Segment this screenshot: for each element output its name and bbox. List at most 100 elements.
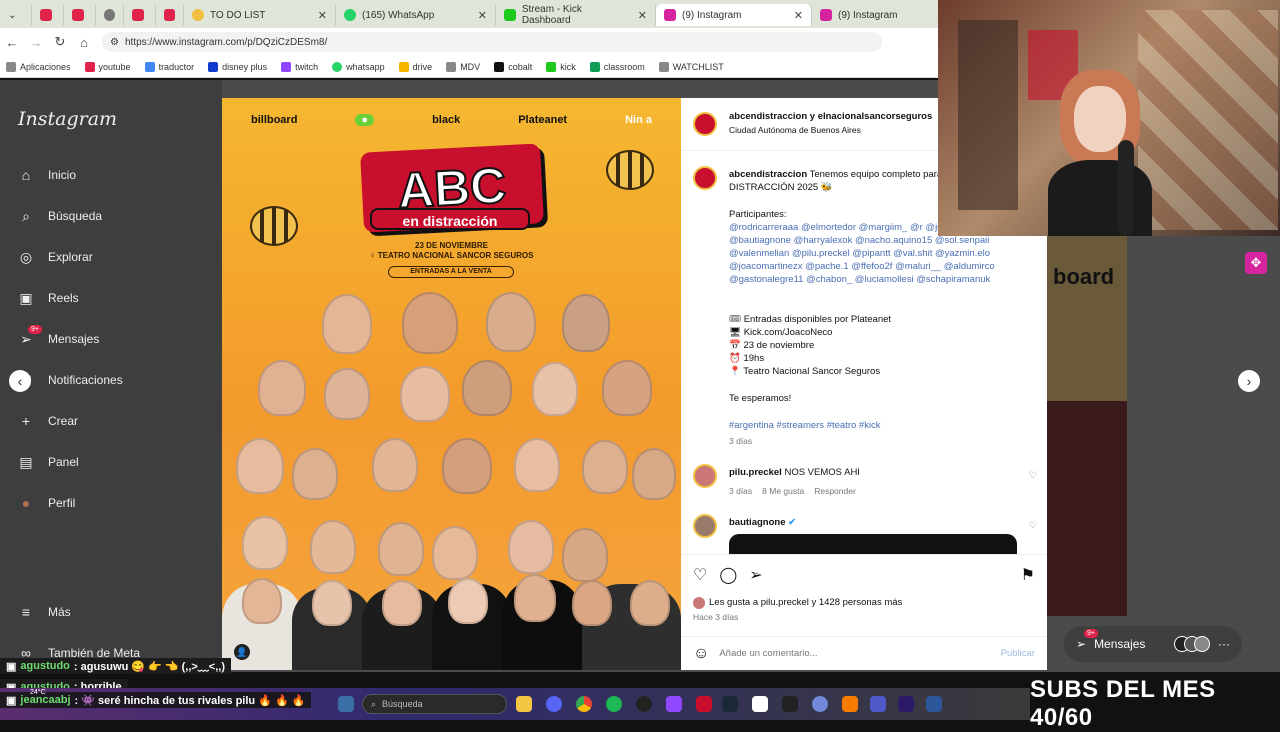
next-post-button[interactable]: › bbox=[1238, 370, 1260, 392]
site-info-icon[interactable]: ⚙ bbox=[110, 37, 119, 48]
emoji-icon[interactable]: ☺ bbox=[693, 645, 709, 663]
obs-icon[interactable] bbox=[636, 696, 652, 712]
forward-icon[interactable]: → bbox=[24, 35, 48, 50]
tab-youtube-2[interactable] bbox=[64, 4, 96, 26]
extension-icon[interactable]: ✥ bbox=[1245, 252, 1267, 274]
sidebar-item-mas[interactable]: ≡ Más bbox=[18, 604, 71, 620]
file-explorer-icon[interactable] bbox=[516, 696, 532, 712]
tab-globe[interactable] bbox=[96, 4, 124, 26]
sidebar-item-perfil[interactable]: ● Perfil bbox=[18, 495, 76, 511]
url-input[interactable]: ⚙ https://www.instagram.com/p/DQziCzDESm… bbox=[102, 32, 882, 52]
sidebar-item-reels[interactable]: ▣ Reels bbox=[18, 290, 78, 306]
person-face bbox=[378, 522, 424, 576]
next-post-preview[interactable]: board bbox=[1047, 236, 1127, 616]
premiere-icon[interactable] bbox=[898, 696, 914, 712]
reload-icon[interactable]: ↻ bbox=[48, 34, 72, 50]
word-icon[interactable] bbox=[926, 696, 942, 712]
app-icon[interactable] bbox=[842, 696, 858, 712]
tab-todo-list[interactable]: TO DO LIST ✕ bbox=[184, 4, 336, 26]
close-icon[interactable]: ✕ bbox=[794, 9, 803, 22]
comment-username[interactable]: bautiagnone ✔ bbox=[729, 516, 1039, 529]
tagged-users-icon[interactable]: 👤 bbox=[234, 644, 250, 660]
bookmark-classroom[interactable]: classroom bbox=[589, 61, 645, 72]
close-icon[interactable]: ✕ bbox=[478, 9, 487, 22]
sidebar-item-explorar[interactable]: ◎ Explorar bbox=[18, 249, 93, 265]
likes-summary[interactable]: Les gusta a pilu.preckel y 1428 personas… bbox=[693, 596, 1039, 609]
tab-instagram-active[interactable]: (9) Instagram ✕ bbox=[656, 4, 812, 26]
twitch-icon[interactable] bbox=[666, 696, 682, 712]
bookmark-watchlist[interactable]: WATCHLIST bbox=[658, 61, 724, 72]
caption-avatar[interactable] bbox=[693, 166, 717, 190]
sidebar-item-mensajes[interactable]: ➢ 9+ Mensajes bbox=[18, 325, 99, 347]
comment-media[interactable] bbox=[729, 534, 1017, 554]
tab-label: (9) Instagram bbox=[838, 9, 898, 21]
weather-widget[interactable]: 24°C bbox=[30, 689, 46, 696]
chat-message: ▣ jeancaabj: 👾 seré hincha de tus rivales… bbox=[0, 692, 312, 708]
bookmark-youtube[interactable]: youtube bbox=[84, 61, 131, 72]
previous-post-button[interactable]: ‹ bbox=[9, 370, 31, 392]
bookmark-icon[interactable]: ⚑ bbox=[1021, 565, 1035, 585]
bookmark-drive[interactable]: drive bbox=[398, 61, 432, 72]
bee-illustration bbox=[250, 206, 298, 246]
comment-icon[interactable]: ◯ bbox=[719, 565, 737, 585]
app-icon[interactable] bbox=[696, 696, 712, 712]
tab-youtube-4[interactable] bbox=[156, 4, 184, 26]
cobalt-icon bbox=[494, 61, 505, 72]
share-icon[interactable]: ➢ bbox=[749, 565, 762, 585]
close-icon[interactable]: ✕ bbox=[318, 9, 327, 22]
chrome-icon[interactable] bbox=[576, 696, 592, 712]
instagram-logo[interactable]: Instagram bbox=[18, 108, 117, 130]
tab-whatsapp[interactable]: (165) WhatsApp ✕ bbox=[336, 4, 496, 26]
back-icon[interactable]: ← bbox=[0, 35, 24, 50]
person-face bbox=[292, 448, 338, 500]
sidebar-item-crear[interactable]: + Crear bbox=[18, 413, 78, 429]
author-avatar[interactable] bbox=[693, 112, 717, 136]
like-comment-icon[interactable]: ♡ bbox=[1029, 470, 1037, 481]
bookmark-cobalt[interactable]: cobalt bbox=[494, 61, 532, 72]
close-icon[interactable]: ✕ bbox=[638, 9, 647, 22]
bookmark-traductor[interactable]: traductor bbox=[144, 61, 194, 72]
messages-popup-button[interactable]: ➢ 9+ Mensajes ··· bbox=[1064, 626, 1242, 662]
app-icon[interactable] bbox=[752, 696, 768, 712]
home-icon[interactable]: ⌂ bbox=[72, 35, 96, 50]
caption-username[interactable]: abcendistraccion bbox=[729, 169, 807, 180]
comment-input[interactable]: Añade un comentario... bbox=[719, 648, 817, 659]
hashtags[interactable]: #argentina #streamers #teatro #kick bbox=[729, 419, 1039, 432]
tab-kick-dashboard[interactable]: Stream - Kick Dashboard ✕ bbox=[496, 4, 656, 26]
discord-icon[interactable] bbox=[546, 696, 562, 712]
sidebar-item-inicio[interactable]: ⌂ Inicio bbox=[18, 167, 76, 183]
reply-button[interactable]: Responder bbox=[814, 485, 856, 498]
post-date: Hace 3 días bbox=[693, 612, 739, 622]
bookmark-disney[interactable]: disney plus bbox=[208, 61, 267, 72]
teams-icon[interactable] bbox=[870, 696, 886, 712]
more-icon[interactable]: ··· bbox=[1218, 637, 1230, 651]
app-icon[interactable] bbox=[782, 696, 798, 712]
tab-collapse-button[interactable]: ⌄ bbox=[0, 4, 32, 26]
task-view-icon[interactable] bbox=[338, 696, 354, 712]
comment-username-text[interactable]: bautiagnone bbox=[729, 517, 785, 528]
sidebar-item-busqueda[interactable]: ⌕ Búsqueda bbox=[18, 208, 102, 224]
bookmark-mdv[interactable]: MDV bbox=[446, 61, 480, 72]
tab-youtube-3[interactable] bbox=[124, 4, 156, 26]
sidebar-item-panel[interactable]: ▤ Panel bbox=[18, 454, 78, 470]
post-image[interactable]: billboard ● black Plateanet Nin a ABC en… bbox=[222, 98, 681, 670]
taskbar-search[interactable]: ⌕ Búsqueda bbox=[362, 694, 507, 714]
commenter-avatar[interactable] bbox=[693, 514, 717, 538]
bookmark-kick[interactable]: kick bbox=[546, 61, 576, 72]
tab-instagram[interactable]: (9) Instagram bbox=[812, 4, 940, 26]
publish-button[interactable]: Publicar bbox=[1001, 648, 1035, 659]
bookmark-twitch[interactable]: twitch bbox=[281, 61, 318, 72]
spotify-icon[interactable] bbox=[606, 696, 622, 712]
sidebar-item-notificaciones[interactable]: ♡Notificaciones bbox=[18, 372, 123, 388]
comment-username[interactable]: pilu.preckel bbox=[729, 467, 782, 478]
commenter-avatar[interactable] bbox=[693, 464, 717, 488]
bookmark-whatsapp[interactable]: whatsapp bbox=[332, 61, 385, 72]
tab-youtube-1[interactable] bbox=[32, 4, 64, 26]
bookmark-apps[interactable]: Aplicaciones bbox=[6, 61, 71, 72]
like-comment-icon[interactable]: ♡ bbox=[1029, 520, 1037, 531]
chevron-down-icon: ⌄ bbox=[8, 9, 17, 21]
comment-likes[interactable]: 8 Me gusta bbox=[762, 485, 804, 498]
app-icon[interactable] bbox=[812, 696, 828, 712]
like-icon[interactable]: ♡ bbox=[693, 565, 707, 585]
steam-icon[interactable] bbox=[722, 696, 738, 712]
